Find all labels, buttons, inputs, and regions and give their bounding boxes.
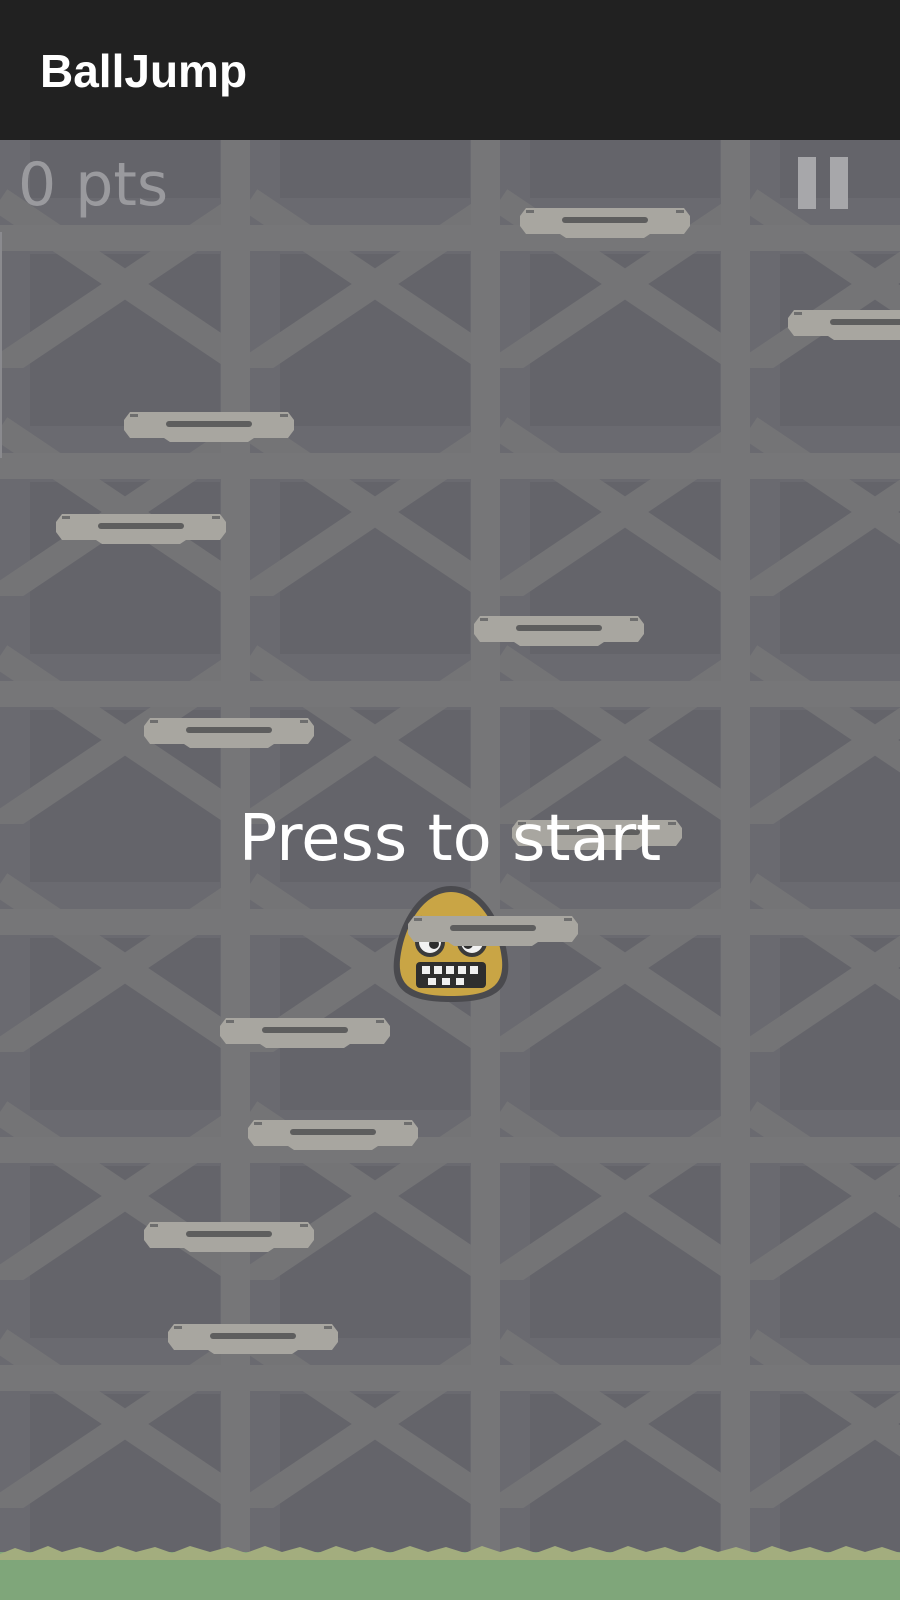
app-title: BallJump	[40, 45, 248, 97]
pause-button[interactable]	[796, 157, 852, 213]
pause-icon	[798, 157, 816, 209]
grass-ground	[0, 1546, 900, 1600]
left-edge-line	[0, 232, 2, 458]
platform	[474, 616, 644, 646]
platform	[56, 514, 226, 544]
platform	[124, 412, 294, 442]
press-to-start-prompt[interactable]: Press to start	[0, 802, 900, 876]
platform	[248, 1120, 418, 1150]
platform	[788, 310, 900, 340]
platform	[144, 1222, 314, 1252]
platform	[520, 208, 690, 238]
app-bar: BallJump	[0, 0, 900, 140]
game-canvas[interactable]: 0 pts Press to start	[0, 140, 900, 1600]
platform	[220, 1018, 390, 1048]
score-display: 0 pts	[18, 150, 169, 220]
platform	[168, 1324, 338, 1354]
platform	[408, 916, 578, 946]
platform	[144, 718, 314, 748]
